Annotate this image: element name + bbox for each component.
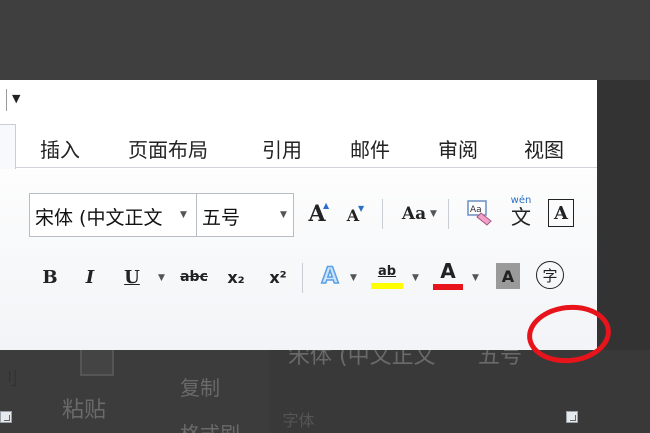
change-case-dropdown-icon[interactable]: ▼ [430,209,437,219]
bold-icon: B [42,266,58,288]
clear-formatting-button[interactable]: Aa [464,197,494,229]
character-border-button[interactable]: A [548,199,574,227]
enclose-characters-icon: 字 [542,266,558,285]
font-color-icon: A [440,259,456,283]
text-effects-dropdown-icon[interactable]: ▼ [350,273,357,283]
tab-mailings[interactable]: 邮件 [350,134,390,163]
font-size-value: 五号 [202,207,241,229]
strikethrough-button[interactable]: abc [178,263,210,291]
character-shading-icon: A [501,266,515,286]
character-shading-button[interactable]: A [496,263,520,289]
phonetic-guide-button[interactable]: wén 文 [504,193,538,231]
underline-icon: U [124,266,140,288]
ribbon-window: ▼ 插入 页面布局 引用 邮件 审阅 视图 刂 宋体 (中文正文 ▼ 五号 ▼ … [0,80,597,430]
underline-dropdown-icon[interactable]: ▼ [158,273,165,283]
highlight-icon: ab [377,264,397,279]
subscript-icon: x₂ [227,267,245,287]
font-size-dropdown-icon[interactable]: ▼ [280,210,287,220]
phonetic-guide-icon: 文 [511,205,531,229]
highlight-dropdown-icon[interactable]: ▼ [412,273,419,283]
font-name-value: 宋体 (中文正文 [35,207,163,229]
background-top [0,0,650,80]
font-size-combobox[interactable]: 五号 ▼ [196,193,294,237]
font-dialog-launcher-icon[interactable] [566,411,578,423]
separator [302,263,303,293]
tab-home-edge[interactable] [0,124,16,170]
grow-font-button[interactable]: A ▲ [302,199,332,229]
left-cut-label: 刂 [0,369,18,390]
bold-button[interactable]: B [38,263,62,291]
toolbar-separator [6,89,7,111]
strikethrough-icon: abc [180,269,208,285]
font-group-label: 字体 [282,411,315,430]
ribbon-tab-row: 插入 页面布局 引用 邮件 审阅 视图 [0,124,597,170]
superscript-button[interactable]: x² [264,263,292,291]
font-group: 刂 宋体 (中文正文 ▼ 五号 ▼ A ▲ A ▼ Aa ▼ Aa wén 文 … [0,169,597,430]
italic-button[interactable]: I [78,263,102,291]
italic-icon: I [85,266,95,288]
enclose-characters-button[interactable]: 字 [536,261,564,289]
font-color-button[interactable]: A [432,257,464,293]
tab-review[interactable]: 审阅 [438,134,478,163]
change-case-icon: Aa [401,204,427,224]
text-effects-icon: A [321,263,340,290]
quick-access-toolbar: ▼ [0,80,597,120]
clear-formatting-icon: Aa [467,200,492,226]
customize-toolbar-dropdown-icon[interactable]: ▼ [12,92,20,105]
tab-insert[interactable]: 插入 [40,134,80,163]
copy-label: 复制 [180,376,220,400]
font-name-combobox[interactable]: 宋体 (中文正文 ▼ [29,193,197,237]
shrink-font-button[interactable]: A ▼ [340,201,366,229]
tab-page-layout[interactable]: 页面布局 [128,134,208,163]
subscript-button[interactable]: x₂ [222,263,250,291]
text-effects-button[interactable]: A [316,261,344,291]
superscript-icon: x² [269,267,287,287]
highlight-color-bar [371,283,403,289]
font-color-dropdown-icon[interactable]: ▼ [472,273,479,283]
separator [382,199,383,229]
tab-view[interactable]: 视图 [524,134,564,163]
font-color-bar [433,284,463,290]
underline-button[interactable]: U [120,263,144,291]
highlight-button[interactable]: ab [370,259,404,293]
character-border-icon: A [554,202,568,224]
separator [448,199,449,229]
font-name-dropdown-icon[interactable]: ▼ [180,210,187,220]
change-case-button[interactable]: Aa [394,199,434,229]
tab-references[interactable]: 引用 [262,134,302,163]
